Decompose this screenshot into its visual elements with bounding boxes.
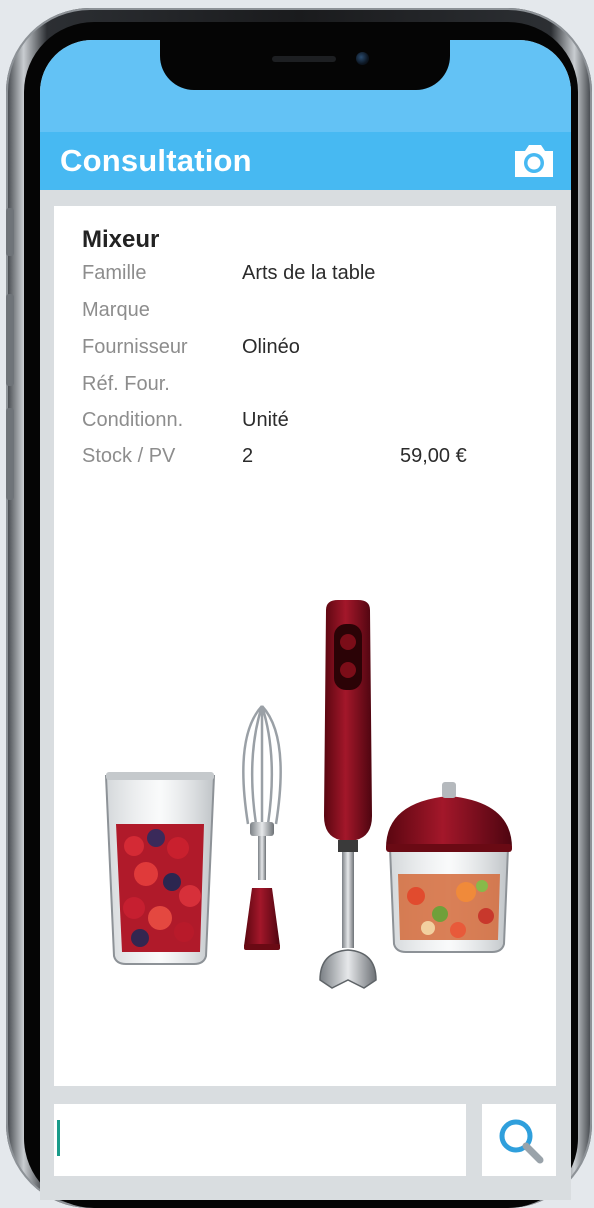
product-name: Mixeur bbox=[82, 226, 160, 253]
screen: Consultation Mixeur Famille Arts de la t… bbox=[40, 40, 571, 1200]
side-button bbox=[6, 208, 14, 256]
camera-button[interactable] bbox=[511, 141, 557, 181]
volume-up-button bbox=[6, 294, 14, 386]
hand-blender bbox=[319, 600, 377, 989]
hand-blender-product-image bbox=[104, 600, 512, 989]
speaker-grille bbox=[272, 56, 336, 62]
info-label: Marque bbox=[82, 299, 150, 321]
whisk bbox=[242, 705, 282, 950]
info-value: Unité bbox=[242, 409, 289, 431]
info-label: Stock / PV bbox=[82, 445, 176, 467]
front-camera bbox=[356, 52, 369, 65]
info-value: Arts de la table bbox=[242, 262, 376, 284]
info-row-ref-four: Réf. Four. bbox=[82, 373, 542, 403]
status-bar bbox=[40, 40, 571, 132]
stock-value: 2 bbox=[242, 445, 254, 467]
info-label: Fournisseur bbox=[82, 336, 188, 358]
info-row-fournisseur: Fournisseur Olinéo bbox=[82, 336, 542, 366]
info-row-stock-pv: Stock / PV 2 59,00 € bbox=[82, 445, 542, 475]
info-row-famille: Famille Arts de la table bbox=[82, 262, 542, 292]
info-row-conditionnement: Conditionn. Unité bbox=[82, 409, 542, 439]
info-row-marque: Marque bbox=[82, 299, 542, 329]
search-input[interactable] bbox=[54, 1104, 466, 1176]
chopper bbox=[386, 782, 512, 953]
volume-down-button bbox=[6, 408, 14, 500]
info-label: Conditionn. bbox=[82, 409, 184, 431]
product-card: Mixeur Famille Arts de la table Marque F… bbox=[54, 206, 556, 1086]
beaker bbox=[104, 772, 216, 965]
search-button[interactable] bbox=[482, 1104, 556, 1176]
text-cursor bbox=[57, 1120, 60, 1156]
notch bbox=[160, 40, 450, 90]
page-title: Consultation bbox=[60, 143, 252, 178]
search-icon bbox=[499, 1119, 544, 1164]
info-label: Réf. Four. bbox=[82, 373, 170, 395]
info-value: Olinéo bbox=[242, 336, 300, 358]
camera-icon bbox=[515, 145, 553, 177]
price-value: 59,00 € bbox=[400, 445, 467, 467]
app-header: Consultation bbox=[40, 132, 571, 190]
info-label: Famille bbox=[82, 262, 147, 284]
